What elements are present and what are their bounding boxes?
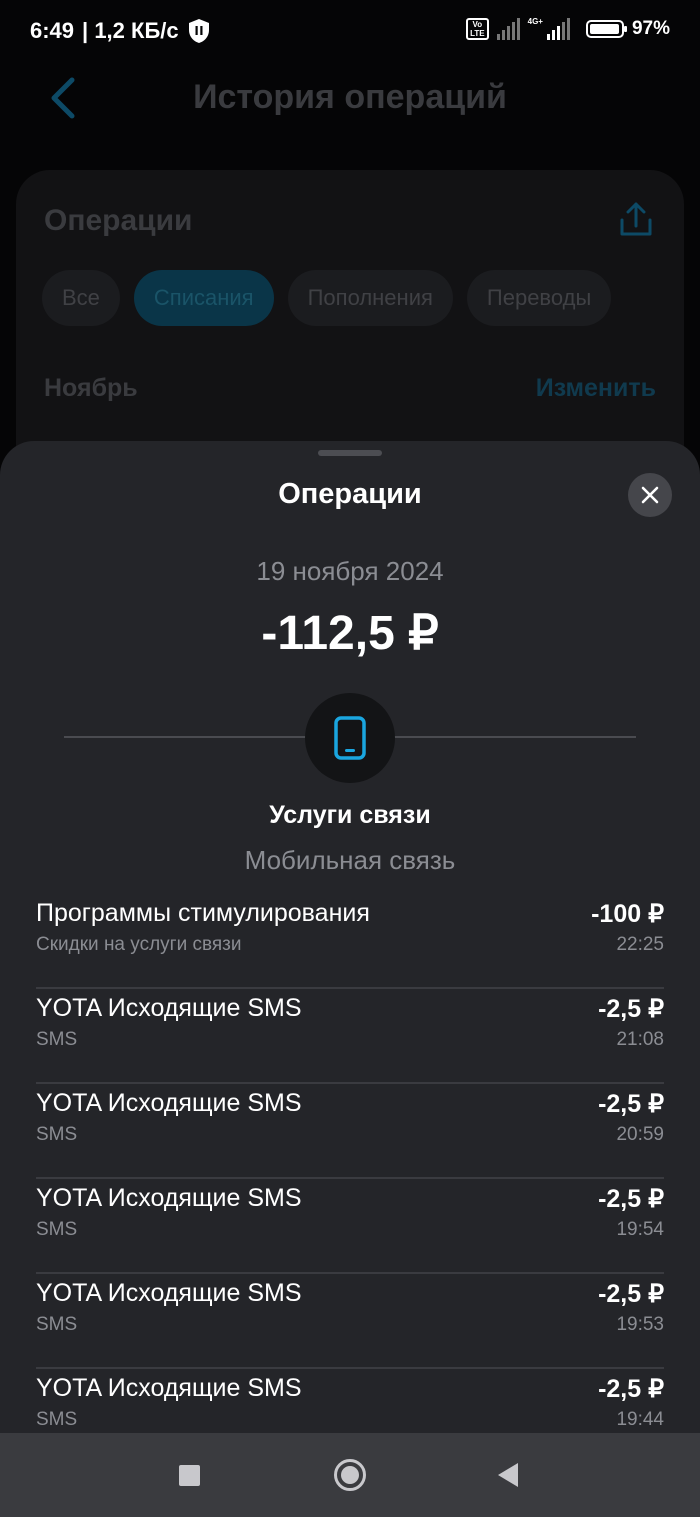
operation-subtitle: SMS <box>36 1124 78 1145</box>
close-button[interactable] <box>628 473 672 517</box>
operation-time: 22:25 <box>616 934 664 955</box>
list-item[interactable]: YOTA Исходящие SMS SMS -2,5 ₽ 20:59 <box>36 1084 664 1179</box>
operation-date: 19 ноября 2024 <box>256 556 444 586</box>
operation-time: 21:08 <box>616 1029 664 1050</box>
operation-name: YOTA Исходящие SMS <box>36 1089 302 1117</box>
system-nav-bar <box>0 1433 700 1517</box>
operation-name: YOTA Исходящие SMS <box>36 1279 302 1307</box>
operation-name: YOTA Исходящие SMS <box>36 994 302 1022</box>
operation-time: 19:44 <box>616 1409 664 1430</box>
close-icon <box>641 486 659 504</box>
share-icon[interactable] <box>616 200 656 240</box>
sheet-drag-handle[interactable] <box>318 450 382 456</box>
category-icon-wrapper <box>305 693 395 783</box>
operation-subtitle: SMS <box>36 1219 78 1240</box>
operation-amount: -2,5 ₽ <box>598 1375 664 1403</box>
list-item[interactable]: YOTA Исходящие SMS SMS -2,5 ₽ 19:53 <box>36 1274 664 1369</box>
total-amount: -112,5 ₽ <box>261 607 439 660</box>
recent-apps-icon[interactable] <box>179 1465 200 1486</box>
operation-subtitle: SMS <box>36 1409 78 1430</box>
home-icon[interactable] <box>334 1459 366 1491</box>
operation-amount: -2,5 ₽ <box>598 1185 664 1213</box>
back-icon[interactable] <box>498 1463 518 1487</box>
filter-tabs: Все Списания Пополнения Переводы <box>42 270 612 326</box>
operation-subtitle: Скидки на услуги связи <box>36 934 242 955</box>
tab-top-ups[interactable]: Пополнения <box>287 270 453 326</box>
operations-list: Программы стимулирования Скидки на услуг… <box>36 894 664 1464</box>
list-item[interactable]: Программы стимулирования Скидки на услуг… <box>36 894 664 989</box>
tab-all[interactable]: Все <box>42 270 120 326</box>
tab-debits[interactable]: Списания <box>133 270 274 326</box>
tab-transfers[interactable]: Переводы <box>466 270 612 326</box>
page-title: История операций <box>193 78 507 116</box>
operation-details-sheet: Операции 19 ноября 2024 -112,5 ₽ Услуги … <box>0 441 700 1517</box>
subcategory-name: Мобильная связь <box>244 845 456 875</box>
operation-time: 19:54 <box>616 1219 664 1240</box>
sheet-title: Операции <box>278 478 422 510</box>
card-title: Операции <box>44 204 193 237</box>
operation-name: YOTA Исходящие SMS <box>36 1184 302 1212</box>
operation-subtitle: SMS <box>36 1314 78 1335</box>
operation-name: YOTA Исходящие SMS <box>36 1374 302 1402</box>
operation-subtitle: SMS <box>36 1029 78 1050</box>
operation-name: Программы стимулирования <box>36 899 370 927</box>
operation-amount: -2,5 ₽ <box>598 1090 664 1118</box>
list-item[interactable]: YOTA Исходящие SMS SMS -2,5 ₽ 19:54 <box>36 1179 664 1274</box>
operation-amount: -2,5 ₽ <box>598 1280 664 1308</box>
operation-time: 19:53 <box>616 1314 664 1335</box>
category-name: Услуги связи <box>269 801 431 829</box>
operation-time: 20:59 <box>616 1124 664 1145</box>
month-label: Ноябрь <box>44 374 138 402</box>
operation-amount: -2,5 ₽ <box>598 995 664 1023</box>
mobile-phone-icon <box>334 716 366 760</box>
change-period-button[interactable]: Изменить <box>536 374 656 403</box>
list-item[interactable]: YOTA Исходящие SMS SMS -2,5 ₽ 21:08 <box>36 989 664 1084</box>
operation-amount: -100 ₽ <box>591 900 664 928</box>
